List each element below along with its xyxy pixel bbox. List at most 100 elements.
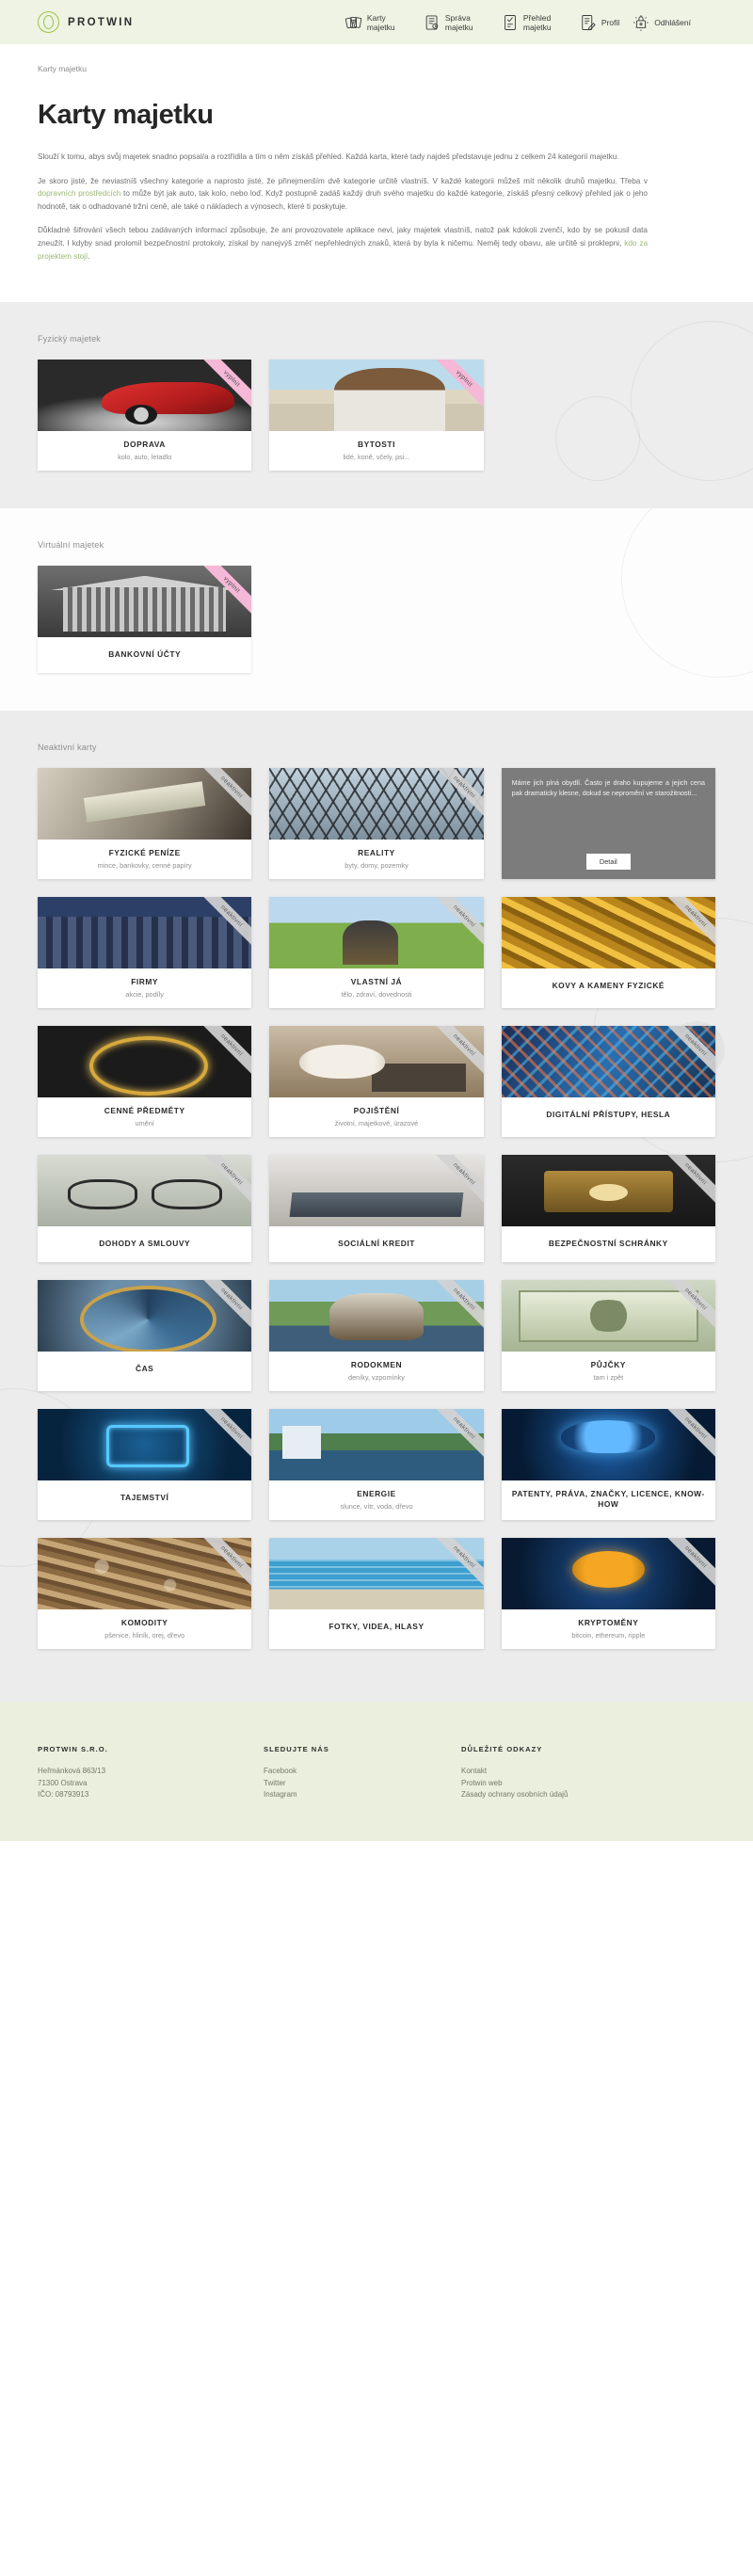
card-rodokmen[interactable]: neaktivní RODOKMEN deníky, vzpomínky [269,1280,484,1392]
card-body: SOCIÁLNÍ KREDIT [269,1226,483,1262]
card-digit-ln-p-stupy-hesla[interactable]: neaktivní DIGITÁLNÍ PŘÍSTUPY, HESLA [501,1026,715,1138]
card-subtitle: slunce, vítr, voda, dřevo [340,1502,413,1512]
card-subtitle: mince, bankovky, cenné papíry [97,861,192,871]
card-body: ČAS [38,1352,251,1387]
card-body: PATENTY, PRÁVA, ZNAČKY, LICENCE, KNOW-HO… [502,1480,715,1519]
card-photo [38,768,252,840]
footer-column-company: PROTWIN S.R.O. Heřmánková 863/13 71300 O… [38,1745,254,1801]
card-body: FYZICKÉ PENÍZE mince, bankovky, cenné pap… [38,840,251,879]
card-title: PATENTY, PRÁVA, ZNAČKY, LICENCE, KNOW-HO… [511,1489,705,1510]
card-kryptom-ny[interactable]: neaktivní KRYPTOMĚNY bitcoin, ethereum, ri… [501,1538,715,1650]
card-cenn-p-edm-ty[interactable]: neaktivní CENNÉ PŘEDMĚTY umění [38,1026,252,1138]
card-body: POJIŠTĚNÍ životní, majetkové, úrazové [269,1097,483,1137]
footer-link-facebook[interactable]: Facebook [264,1766,452,1778]
card-body: CENNÉ PŘEDMĚTY umění [38,1097,251,1137]
card-bytosti[interactable]: vyplnit BYTOSTI lidé, koně, včely, psi..… [269,360,484,472]
card-photo [38,1538,252,1610]
card-body: TAJEMSTVÍ [38,1480,251,1516]
intro-text: Slouží k tomu, abys svůj majetek snadno … [38,151,715,302]
card-image: neaktivní [38,768,252,840]
card-image: neaktivní [269,768,484,840]
card-image: neaktivní [269,1409,484,1481]
footer-link-protwin-web[interactable]: Protwin web [461,1778,715,1790]
intro-paragraph-1: Slouží k tomu, abys svůj majetek snadno … [38,152,619,161]
card-photo [38,1026,252,1098]
footer-column-links: DŮLEŽITÉ ODKAZY Kontakt Protwin web Zása… [461,1745,715,1801]
p2-part-b: to může být jak auto, tak kolo, nebo loď… [38,189,648,211]
card-title: BYTOSTI [357,440,395,450]
card-kovy-a-kameny-fyzick[interactable]: neaktivní KOVY A KAMENY FYZICKÉ [501,897,715,1009]
card-body: VLASTNÍ JÁ tělo, zdraví, dovednosti [269,968,483,1008]
nav-label: Karty majetku [366,12,395,32]
card-title: DOHODY A SMLOUVY [99,1239,191,1249]
card-photo [501,1538,715,1610]
card-image: neaktivní [269,1026,484,1098]
footer-link-kontakt[interactable]: Kontakt [461,1766,715,1778]
profile-icon [582,14,596,30]
nav-item-karty-majetku[interactable]: Karty majetku [344,12,410,33]
card-title: RODOKMEN [350,1360,403,1370]
card-doprava[interactable]: vyplnit DOPRAVA kolo, auto, letadlo [38,360,252,472]
detail-button[interactable]: Detail [585,854,631,871]
card-title: KRYPTOMĚNY [578,1618,639,1628]
card-reality[interactable]: neaktivní REALITY byty, domy, pozemky [269,768,484,880]
card-dohody-a-smlouvy[interactable]: neaktivní DOHODY A SMLOUVY [38,1155,252,1263]
card-body: RODOKMEN deníky, vzpomínky [269,1352,483,1391]
card-photo [38,897,252,969]
footer-link-instagram[interactable]: Instagram [264,1789,452,1801]
section-title-virtualni: Virtuální majetek [38,540,104,551]
nav-item-profil[interactable]: Profil [579,12,619,33]
manage-icon [425,14,439,30]
card-vlastn-j[interactable]: neaktivní VLASTNÍ JÁ tělo, zdraví, dovedno… [269,897,484,1009]
card-subtitle: bitcoin, ethereum, ripple [571,1631,646,1640]
card-title: DOPRAVA [123,440,166,450]
nav-label: Profil [601,17,620,27]
card-as[interactable]: neaktivní ČAS [38,1280,252,1392]
card-image: neaktivní [38,1280,252,1352]
card-p-j-ky[interactable]: neaktivní PŮJČKY tam i zpět [501,1280,715,1392]
card-energie[interactable]: neaktivní ENERGIE slunce, vítr, voda, dřev… [269,1409,484,1521]
nav-item-sprava-majetku[interactable]: Správa majetku [423,12,489,33]
card-image: neaktivní [501,897,715,969]
footer-address-street: Heřmánková 863/13 [38,1767,106,1776]
p3-part-b: . [88,251,90,261]
card-soci-ln-kredit[interactable]: neaktivní SOCIÁLNÍ KREDIT [269,1155,484,1263]
protwin-logo-icon [38,11,59,33]
card-title: ČAS [135,1364,154,1374]
card-body: DIGITÁLNÍ PŘÍSTUPY, HESLA [502,1097,715,1133]
card-body: BANKOVNÍ ÚČTY [38,637,251,673]
card-patenty-pr-va-zna-ky-licence-know-how[interactable]: neaktivní PATENTY, PRÁVA, ZNAČKY, LICENCE… [501,1409,715,1521]
card-image: neaktivní [501,1409,715,1481]
site-header: PROTWIN Karty majetku Správa majetku Pře… [0,0,753,44]
card-title: DIGITÁLNÍ PŘÍSTUPY, HESLA [546,1110,671,1120]
card-photo [501,1280,715,1352]
card-title: POJIŠTĚNÍ [353,1106,400,1116]
card-image: neaktivní [269,897,484,969]
link-dopravni-prostredky[interactable]: dopravních prostředcích [38,189,120,198]
brand-logo[interactable]: PROTWIN [38,11,134,33]
footer-link-zasady[interactable]: Zásady ochrany osobních údajů [461,1789,715,1801]
footer-heading-social: SLEDUJTE NÁS [264,1745,329,1754]
nav-item-odhlaseni[interactable]: Odhlášení [632,12,691,33]
nav-item-prehled-majetku[interactable]: Přehled majetku [501,12,567,33]
card-photo [38,1409,252,1481]
section-fyzicky-majetek: Fyzický majetek vyplnit DOPRAVA kolo, au… [0,302,753,509]
footer-link-twitter[interactable]: Twitter [264,1778,452,1790]
card-tajemstv[interactable]: neaktivní TAJEMSTVÍ [38,1409,252,1521]
card-fyzick-pen-ze[interactable]: neaktivní FYZICKÉ PENÍZE mince, bankovky, … [38,768,252,880]
card-firmy[interactable]: neaktivní FIRMY akcie, podíly [38,897,252,1009]
card-fotky-videa-hlasy[interactable]: neaktivní FOTKY, VIDEA, HLASY [269,1538,484,1650]
card-image: neaktivní [38,1026,252,1098]
card-bankovni-ucty[interactable]: vyplnit BANKOVNÍ ÚČTY [38,566,252,674]
card-body: REALITY byty, domy, pozemky [269,840,483,879]
card-image: neaktivní [269,1280,484,1352]
section-title-neaktivni: Neaktivní karty [38,743,97,753]
breadcrumb: Karty majetku [38,64,87,73]
card-poji-t-n[interactable]: neaktivní POJIŠTĚNÍ životní, majetkové, úr… [269,1026,484,1138]
card-komodity[interactable]: neaktivní KOMODITY pšenice, hliník, orej, … [38,1538,252,1650]
card-bezpe-nostn-schr-nky[interactable]: neaktivní BEZPEČNOSTNÍ SCHRÁNKY [501,1155,715,1263]
overview-icon [505,14,516,30]
card-detail-hover[interactable]: Máme jich plná obydlí. Často je draho ku… [501,768,715,880]
card-title: KOMODITY [120,1618,168,1628]
card-image: neaktivní [501,1280,715,1352]
